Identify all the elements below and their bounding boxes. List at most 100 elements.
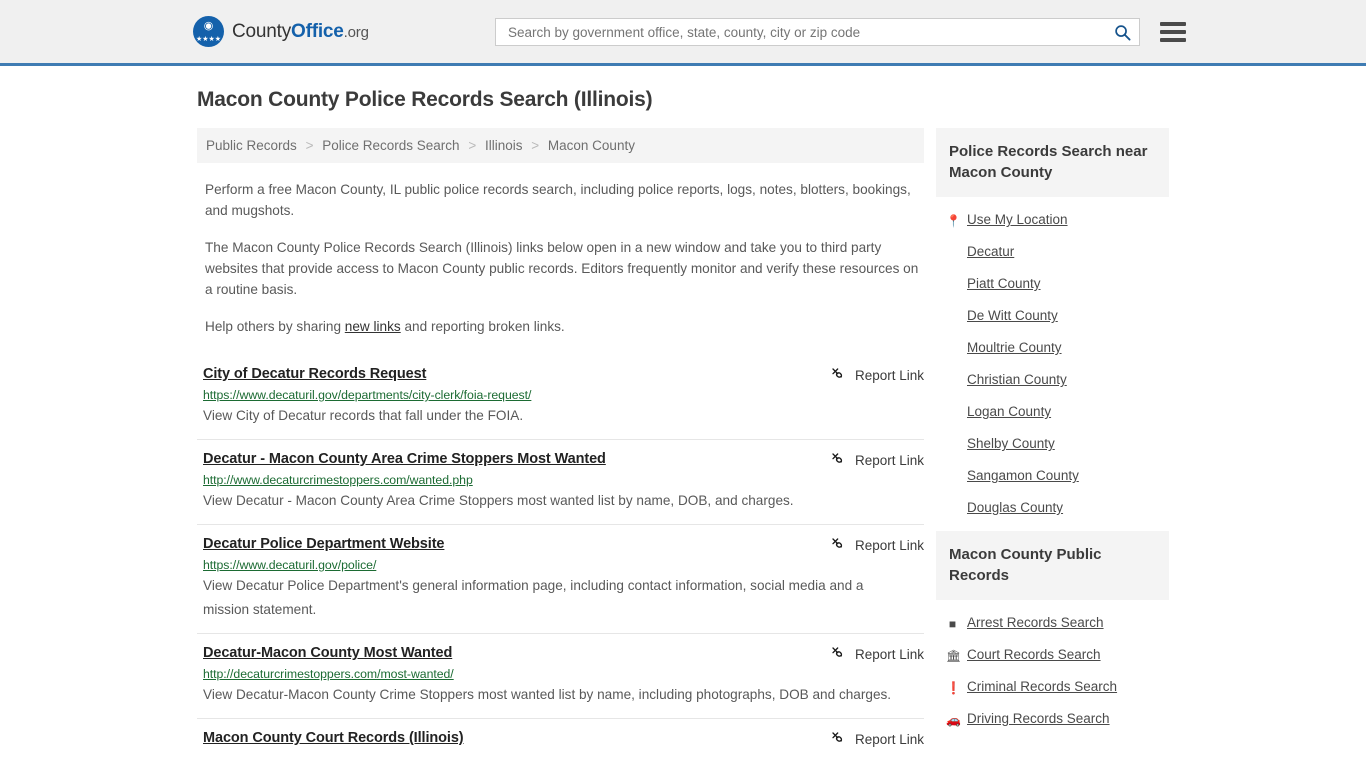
- report-link-label: Report Link: [854, 537, 924, 553]
- hamburger-bar: [1160, 30, 1186, 34]
- broken-chain-icon[interactable]: [831, 452, 847, 468]
- sidebar-link-label[interactable]: Shelby County: [967, 436, 1055, 451]
- sidebar-item-de-witt-county[interactable]: De Witt County: [946, 299, 1169, 331]
- result-url[interactable]: http://www.decaturcrimestoppers.com/want…: [203, 473, 924, 487]
- content-columns: Public Records > Police Records Search >…: [197, 128, 1176, 758]
- logo-text-county: County: [232, 20, 292, 42]
- intro-paragraph-3: Help others by sharing new links and rep…: [205, 316, 922, 337]
- sidebar-item-court-records-search[interactable]: 🏛 Court Records Search: [946, 638, 1169, 670]
- sidebar-item-decatur[interactable]: Decatur: [946, 235, 1169, 267]
- sidebar-link-label[interactable]: Christian County: [967, 372, 1067, 387]
- sidebar-link-label[interactable]: Criminal Records Search: [967, 679, 1117, 694]
- report-link-label: Report Link: [854, 731, 924, 747]
- report-link-button[interactable]: Report Link: [831, 452, 924, 468]
- broken-chain-icon[interactable]: [831, 367, 847, 383]
- intro-p3-before: Help others by sharing: [205, 319, 345, 334]
- result-header: Decatur Police Department Website Report…: [203, 536, 924, 553]
- site-logo-link[interactable]: ◉ ★★★★ CountyOffice.org: [193, 16, 369, 47]
- result-item: Decatur-Macon County Most Wanted Report …: [197, 633, 924, 718]
- sidebar-link-label[interactable]: Logan County: [967, 404, 1051, 419]
- result-title-link[interactable]: Macon County Court Records (Illinois): [203, 730, 464, 746]
- sidebar-link-label[interactable]: Court Records Search: [967, 647, 1101, 662]
- broken-chain-icon[interactable]: [831, 646, 847, 662]
- sidebar-item-driving-records-search[interactable]: 🚗 Driving Records Search: [946, 702, 1169, 734]
- fingerprint-square-icon: ■: [948, 617, 957, 631]
- new-links-link[interactable]: new links: [345, 319, 401, 334]
- breadcrumb-separator: >: [305, 138, 314, 153]
- broken-chain-icon[interactable]: [831, 537, 847, 553]
- result-title-link[interactable]: Decatur Police Department Website: [203, 536, 445, 552]
- sidebar-link-label[interactable]: Moultrie County: [967, 340, 1062, 355]
- sidebar-item-arrest-records-search[interactable]: ■ Arrest Records Search: [946, 606, 1169, 638]
- breadcrumb-item-macon-county[interactable]: Macon County: [548, 138, 635, 153]
- hamburger-bar: [1160, 22, 1186, 26]
- sidebar-item-christian-county[interactable]: Christian County: [946, 363, 1169, 395]
- breadcrumb: Public Records > Police Records Search >…: [197, 128, 924, 163]
- result-url[interactable]: https://www.decaturil.gov/departments/ci…: [203, 388, 924, 402]
- sidebar-item-moultrie-county[interactable]: Moultrie County: [946, 331, 1169, 363]
- report-link-button[interactable]: Report Link: [831, 731, 924, 747]
- sidebar-item-sangamon-county[interactable]: Sangamon County: [946, 459, 1169, 491]
- sidebar-heading-nearby: Police Records Search near Macon County: [936, 128, 1169, 197]
- site-header: ◉ ★★★★ CountyOffice.org: [0, 0, 1366, 66]
- car-icon: 🚗: [946, 713, 961, 727]
- result-description: View Decatur - Macon County Area Crime S…: [203, 493, 794, 508]
- sidebar-link-label[interactable]: Arrest Records Search: [967, 615, 1104, 630]
- map-pin-icon: 📍: [946, 214, 961, 228]
- sidebar-link-label[interactable]: Sangamon County: [967, 468, 1079, 483]
- result-header: Decatur - Macon County Area Crime Stoppe…: [203, 451, 924, 468]
- sidebar: Police Records Search near Macon County …: [936, 128, 1169, 742]
- sidebar-link-label[interactable]: Decatur: [967, 244, 1014, 259]
- result-header: City of Decatur Records Request Report L…: [203, 366, 924, 383]
- result-url[interactable]: http://decaturcrimestoppers.com/most-wan…: [203, 667, 924, 681]
- intro-p3-after: and reporting broken links.: [400, 319, 565, 334]
- breadcrumb-separator: >: [468, 138, 477, 153]
- results-list: City of Decatur Records Request Report L…: [197, 355, 924, 758]
- sidebar-link-label[interactable]: Piatt County: [967, 276, 1041, 291]
- sidebar-item-shelby-county[interactable]: Shelby County: [946, 427, 1169, 459]
- result-title-link[interactable]: City of Decatur Records Request: [203, 366, 426, 382]
- breadcrumb-item-police-records-search[interactable]: Police Records Search: [322, 138, 459, 153]
- result-title-link[interactable]: Decatur - Macon County Area Crime Stoppe…: [203, 451, 606, 467]
- search-box[interactable]: [495, 18, 1140, 46]
- logo-text-office: Office: [291, 20, 344, 42]
- sidebar-item-use-my-location[interactable]: 📍 Use My Location: [946, 203, 1169, 235]
- report-link-button[interactable]: Report Link: [831, 646, 924, 662]
- search-input[interactable]: [506, 19, 1108, 45]
- logo-text-org: .org: [343, 23, 369, 41]
- breadcrumb-separator: >: [531, 138, 540, 153]
- report-link-button[interactable]: Report Link: [831, 367, 924, 383]
- sidebar-link-label[interactable]: De Witt County: [967, 308, 1058, 323]
- page-title: Macon County Police Records Search (Illi…: [197, 88, 653, 111]
- sidebar-item-douglas-county[interactable]: Douglas County: [946, 491, 1169, 523]
- intro-paragraph-1: Perform a free Macon County, IL public p…: [205, 182, 911, 218]
- hamburger-menu-icon[interactable]: [1160, 22, 1186, 42]
- sidebar-link-label[interactable]: Use My Location: [967, 212, 1068, 227]
- result-header: Decatur-Macon County Most Wanted Report …: [203, 645, 924, 662]
- sidebar-item-criminal-records-search[interactable]: ❗ Criminal Records Search: [946, 670, 1169, 702]
- broken-chain-icon[interactable]: [831, 731, 847, 747]
- report-link-button[interactable]: Report Link: [831, 537, 924, 553]
- exclamation-icon: ❗: [946, 681, 961, 695]
- page-container: Macon County Police Records Search (Illi…: [0, 88, 1366, 758]
- sidebar-panel-nearby: Police Records Search near Macon County …: [936, 128, 1169, 527]
- report-link-label: Report Link: [854, 367, 924, 383]
- sidebar-link-label[interactable]: Douglas County: [967, 500, 1063, 515]
- courthouse-icon: 🏛: [946, 649, 962, 663]
- search-icon[interactable]: [1114, 24, 1131, 41]
- result-item: Macon County Court Records (Illinois) Re…: [197, 718, 924, 758]
- breadcrumb-item-illinois[interactable]: Illinois: [485, 138, 523, 153]
- intro-paragraph-2: The Macon County Police Records Search (…: [205, 240, 919, 297]
- eagle-shield-logo-icon: ◉ ★★★★: [193, 16, 224, 47]
- breadcrumb-item-public-records[interactable]: Public Records: [206, 138, 297, 153]
- sidebar-item-piatt-county[interactable]: Piatt County: [946, 267, 1169, 299]
- intro-section: Perform a free Macon County, IL public p…: [197, 179, 924, 337]
- result-url[interactable]: https://www.decaturil.gov/police/: [203, 558, 924, 572]
- result-header: Macon County Court Records (Illinois) Re…: [203, 730, 924, 747]
- sidebar-link-label[interactable]: Driving Records Search: [967, 711, 1110, 726]
- result-item: Decatur - Macon County Area Crime Stoppe…: [197, 439, 924, 524]
- result-item: Decatur Police Department Website Report…: [197, 524, 924, 633]
- logo-wordmark: CountyOffice.org: [232, 21, 369, 43]
- result-title-link[interactable]: Decatur-Macon County Most Wanted: [203, 645, 452, 661]
- sidebar-item-logan-county[interactable]: Logan County: [946, 395, 1169, 427]
